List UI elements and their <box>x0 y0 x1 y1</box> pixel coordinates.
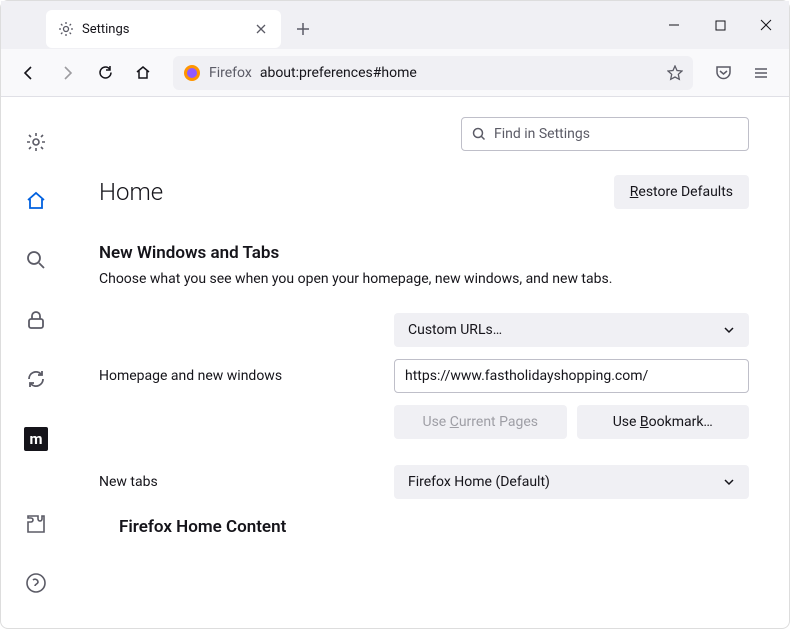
sidebar-help[interactable] <box>19 567 53 600</box>
chevron-down-icon <box>723 476 735 488</box>
sidebar-extensions[interactable] <box>19 507 53 540</box>
bookmark-star-icon[interactable] <box>667 65 683 81</box>
settings-main: Find in Settings Home Restore Defaults N… <box>71 97 789 628</box>
use-bookmark-button[interactable]: Use Bookmark… <box>577 405 750 439</box>
window-controls <box>651 1 789 49</box>
browser-tab[interactable]: Settings <box>46 10 281 48</box>
homepage-label: Homepage and new windows <box>99 368 394 384</box>
menu-button[interactable] <box>745 57 777 89</box>
maximize-button[interactable] <box>697 1 743 49</box>
minimize-button[interactable] <box>651 1 697 49</box>
navigation-toolbar: Firefox about:preferences#home <box>1 49 789 97</box>
section-new-windows-title: New Windows and Tabs <box>99 243 749 263</box>
homepage-mode-dropdown[interactable]: Custom URLs… <box>394 313 749 347</box>
close-window-button[interactable] <box>743 1 789 49</box>
firefox-logo-icon <box>183 64 201 82</box>
sidebar-search[interactable] <box>19 244 53 277</box>
content-area: m Find in Settings Home Restore Defaults… <box>1 97 789 628</box>
new-tab-button[interactable] <box>287 13 319 45</box>
restore-defaults-button[interactable]: Restore Defaults <box>614 175 749 209</box>
sidebar-sync[interactable] <box>19 363 53 396</box>
search-placeholder: Find in Settings <box>494 126 590 142</box>
newtabs-dropdown[interactable]: Firefox Home (Default) <box>394 465 749 499</box>
newtabs-label: New tabs <box>99 474 394 490</box>
section-new-windows-desc: Choose what you see when you open your h… <box>99 271 749 287</box>
dropdown-label: Firefox Home (Default) <box>408 474 550 490</box>
tab-title: Settings <box>82 22 245 37</box>
settings-search-input[interactable]: Find in Settings <box>461 117 749 151</box>
sidebar-home[interactable] <box>19 184 53 217</box>
sidebar-more-from-mozilla[interactable]: m <box>19 422 53 455</box>
homepage-url-input[interactable] <box>394 359 749 393</box>
section-firefox-home-content-title: Firefox Home Content <box>119 517 749 537</box>
back-button[interactable] <box>13 57 45 89</box>
chevron-down-icon <box>723 324 735 336</box>
pocket-button[interactable] <box>707 57 739 89</box>
mozilla-icon: m <box>24 427 48 451</box>
use-current-pages-button[interactable]: Use Current Pages <box>394 405 567 439</box>
home-button[interactable] <box>127 57 159 89</box>
sidebar-general[interactable] <box>19 125 53 158</box>
urlbar-text: about:preferences#home <box>260 65 659 81</box>
dropdown-label: Custom URLs… <box>408 322 502 338</box>
gear-icon <box>58 21 74 37</box>
forward-button[interactable] <box>51 57 83 89</box>
urlbar-identity: Firefox <box>209 65 252 81</box>
page-title: Home <box>99 178 163 206</box>
settings-sidebar: m <box>1 97 71 628</box>
tab-close-button[interactable] <box>253 21 269 37</box>
url-bar[interactable]: Firefox about:preferences#home <box>173 56 693 90</box>
titlebar: Settings <box>1 1 789 49</box>
reload-button[interactable] <box>89 57 121 89</box>
sidebar-privacy[interactable] <box>19 303 53 336</box>
search-icon <box>472 127 486 141</box>
